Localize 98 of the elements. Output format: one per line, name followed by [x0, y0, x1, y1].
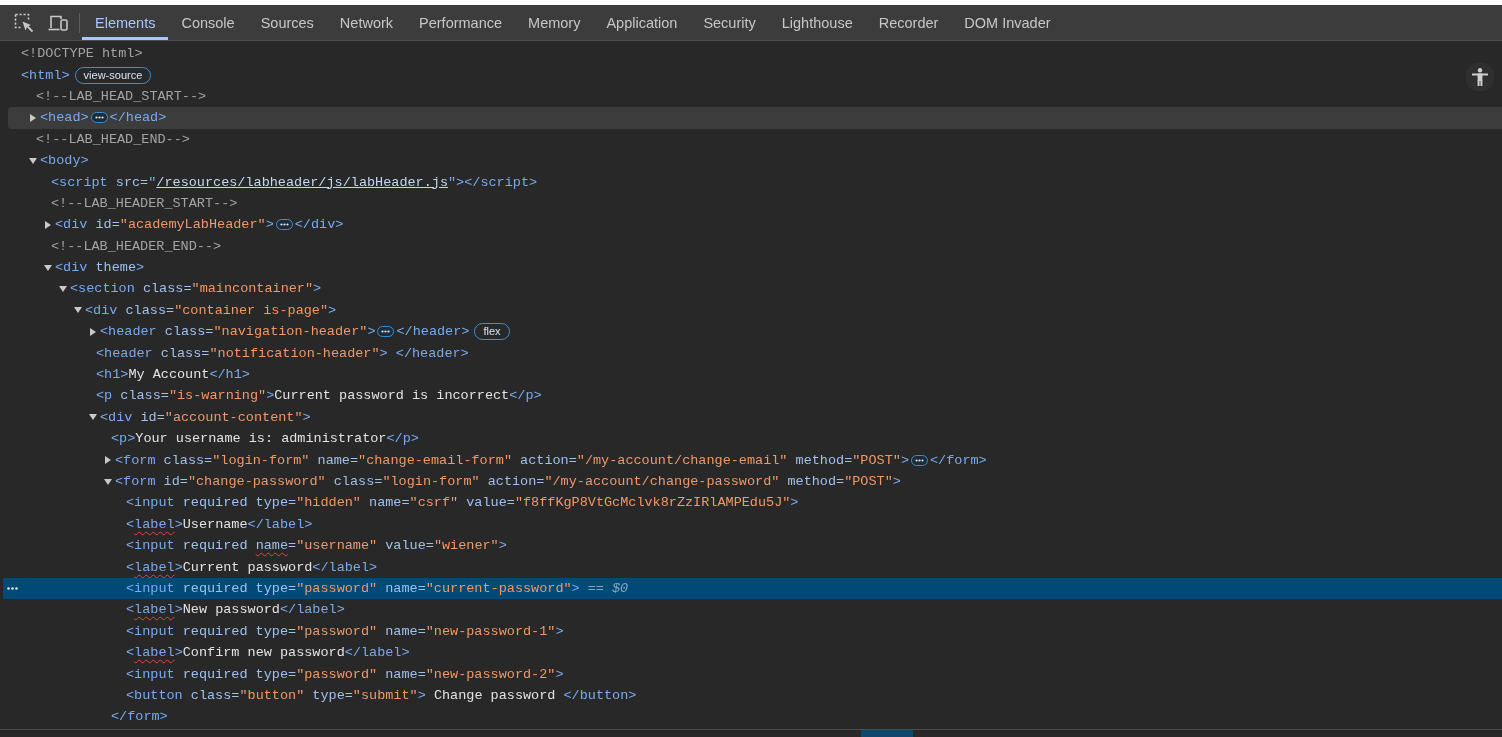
node-markup: <label>Current password</label>: [126, 559, 378, 575]
tree-row[interactable]: <input required type="password" name="new-password-1">: [3, 620, 1502, 642]
tree-row[interactable]: <label>Confirm new password</label>: [3, 641, 1502, 664]
node-markup: <button class="button" type="submit"> Change password </button>: [126, 687, 637, 703]
node-markup: <input required type="password" name="current-password">: [126, 580, 580, 596]
source-link[interactable]: /resources/labheader/js/labHeader.js: [156, 174, 448, 190]
tree-row[interactable]: <!DOCTYPE html>: [3, 43, 1502, 65]
ellipsis-icon[interactable]: [275, 219, 293, 231]
tree-row[interactable]: <input required type="password" name="new-password-2">: [3, 663, 1502, 685]
caret-right-icon[interactable]: [90, 327, 96, 336]
ellipsis-icon[interactable]: [377, 326, 395, 338]
tree-row[interactable]: <div id="academyLabHeader"> </div>: [3, 214, 1502, 236]
node-markup: <script src="/resources/labheader/js/labHeader.js"></script>: [51, 174, 538, 190]
tab[interactable]: Sources: [247, 5, 327, 40]
tab[interactable]: Network: [326, 5, 407, 40]
caret-down-icon[interactable]: [59, 286, 67, 292]
node-markup: <div theme>: [55, 260, 145, 276]
tree-row[interactable]: <script src="/resources/labheader/js/labHeader.js"></script>: [3, 171, 1502, 193]
tab[interactable]: Application: [593, 5, 691, 40]
caret-right-icon[interactable]: [105, 456, 111, 465]
node-markup: <input required type="password" name="new-password-1">: [126, 623, 564, 639]
caret-down-icon[interactable]: [104, 478, 112, 485]
html-comment: <!--LAB_HEAD_START-->: [36, 88, 207, 104]
tree-row[interactable]: <header class="notification-header"> </header>: [3, 342, 1502, 364]
tree-row[interactable]: <input required type="password" name="current-password"> == $0: [3, 577, 1502, 600]
node-markup: </form>: [111, 709, 168, 725]
node-markup: <div class="container is-page">: [85, 302, 337, 318]
tab[interactable]: DOM Invader: [951, 5, 1064, 40]
tree-row[interactable]: <head> </head>: [8, 107, 1502, 129]
tree-row[interactable]: <p class="is-warning">Current password is incorrect</p>: [3, 385, 1502, 407]
caret-down-icon[interactable]: [89, 414, 97, 421]
tab[interactable]: Performance: [406, 5, 516, 40]
tree-row[interactable]: <!--LAB_HEADER_END-->: [3, 235, 1502, 257]
node-markup: <h1>My Account</h1>: [96, 367, 250, 383]
node-markup: </form>: [930, 452, 987, 468]
tree-row[interactable]: <!--LAB_HEADER_START-->: [3, 192, 1502, 215]
tree-row[interactable]: <form class="login-form" name="change-email-form" action="/my-account/change-email" method="POST"> </form>: [3, 449, 1502, 471]
node-markup: <header class="notification-header"> </header>: [96, 345, 469, 361]
node-markup: <div id="account-content">: [100, 409, 311, 425]
html-comment: <!--LAB_HEAD_END-->: [36, 131, 190, 147]
node-markup: <html>: [21, 67, 70, 83]
node-markup: <section class="maincontainer">: [70, 281, 322, 297]
tree-row[interactable]: <body>: [3, 149, 1502, 172]
tab[interactable]: Memory: [515, 5, 594, 40]
tab[interactable]: Security: [690, 5, 769, 40]
tree-row[interactable]: <input required name="username" value="wiener">: [3, 535, 1502, 557]
tree-row[interactable]: <button class="button" type="submit"> Change password </button>: [3, 684, 1502, 707]
tree-row[interactable]: <!--LAB_HEAD_END-->: [3, 128, 1502, 150]
node-markup: <input required type="hidden" name="csrf" value="f8ffKgP8VtGcMclvk8rZzIRlAMPEdu5J">: [126, 495, 799, 511]
tree-row[interactable]: <div theme>: [3, 256, 1502, 279]
node-markup: <label>Username</label>: [126, 516, 313, 532]
ellipsis-icon[interactable]: [7, 586, 18, 590]
tree-row[interactable]: <input required type="hidden" name="csrf" value="f8ffKgP8VtGcMclvk8rZzIRlAMPEdu5J">: [3, 492, 1502, 514]
doctype-declaration: <!DOCTYPE html>: [21, 46, 143, 62]
console-reference: == $0: [587, 580, 629, 596]
node-markup: <p class="is-warning">Current password is incorrect</p>: [96, 388, 542, 404]
tree-row[interactable]: <div class="container is-page">: [3, 299, 1502, 322]
node-markup: <label>Confirm new password</label>: [126, 645, 410, 661]
ellipsis-icon[interactable]: [90, 112, 108, 124]
tab[interactable]: Elements: [82, 5, 169, 40]
tree-row[interactable]: <form id="change-password" class="login-form" action="/my-account/change-password" method="POST">: [3, 470, 1502, 493]
node-markup: <p>Your username is: administrator</p>: [111, 431, 419, 447]
tree-row[interactable]: <p>Your username is: administrator</p>: [3, 428, 1502, 450]
caret-down-icon[interactable]: [29, 157, 37, 164]
node-markup: </header>: [396, 324, 470, 340]
caret-down-icon[interactable]: [74, 307, 82, 314]
ellipsis-icon[interactable]: [911, 454, 928, 466]
node-markup: <header class="navigation-header">: [100, 324, 376, 340]
node-markup: </head>: [109, 110, 167, 126]
node-markup: </div>: [294, 217, 344, 233]
node-markup: <label>New password</label>: [126, 602, 345, 618]
tree-row[interactable]: <label>Username</label>: [3, 513, 1502, 535]
node-markup: <div id="academyLabHeader">: [55, 217, 274, 233]
scrollbar-thumb[interactable]: [861, 730, 913, 737]
tree-row[interactable]: <!--LAB_HEAD_START-->: [3, 85, 1502, 108]
tab[interactable]: Recorder: [865, 5, 952, 40]
caret-right-icon[interactable]: [45, 220, 51, 229]
node-markup: <body>: [40, 153, 89, 169]
html-comment: <!--LAB_HEADER_END-->: [51, 238, 222, 254]
tree-row[interactable]: <h1>My Account</h1>: [3, 363, 1502, 386]
html-comment: <!--LAB_HEADER_START-->: [51, 195, 238, 211]
node-markup: <head>: [40, 110, 89, 126]
tree-row[interactable]: <section class="maincontainer">: [3, 278, 1502, 300]
caret-right-icon[interactable]: [30, 113, 36, 122]
tree-row[interactable]: <header class="navigation-header"> </header> flex: [3, 321, 1502, 343]
tree-row[interactable]: <html> view-source: [3, 64, 1502, 86]
node-markup: <form class="login-form" name="change-email-form" action="/my-account/change-email" method="POST">: [115, 452, 909, 468]
dashed-box-arrow-icon[interactable]: [14, 12, 34, 33]
tab[interactable]: Console: [168, 5, 248, 40]
tab[interactable]: Lighthouse: [768, 5, 866, 40]
node-markup: <form id="change-password" class="login-form" action="/my-account/change-password" method="POST">: [115, 474, 901, 489]
tree-row[interactable]: <label>New password</label>: [3, 599, 1502, 621]
tree-row[interactable]: <div id="account-content">: [3, 406, 1502, 429]
node-markup: <input required name="username" value="wiener">: [126, 538, 507, 554]
tree-row[interactable]: <label>Current password</label>: [3, 556, 1502, 578]
node-markup: <input required type="password" name="new-password-2">: [126, 666, 564, 682]
caret-down-icon[interactable]: [44, 264, 52, 271]
accessibility-icon[interactable]: [1464, 61, 1496, 93]
